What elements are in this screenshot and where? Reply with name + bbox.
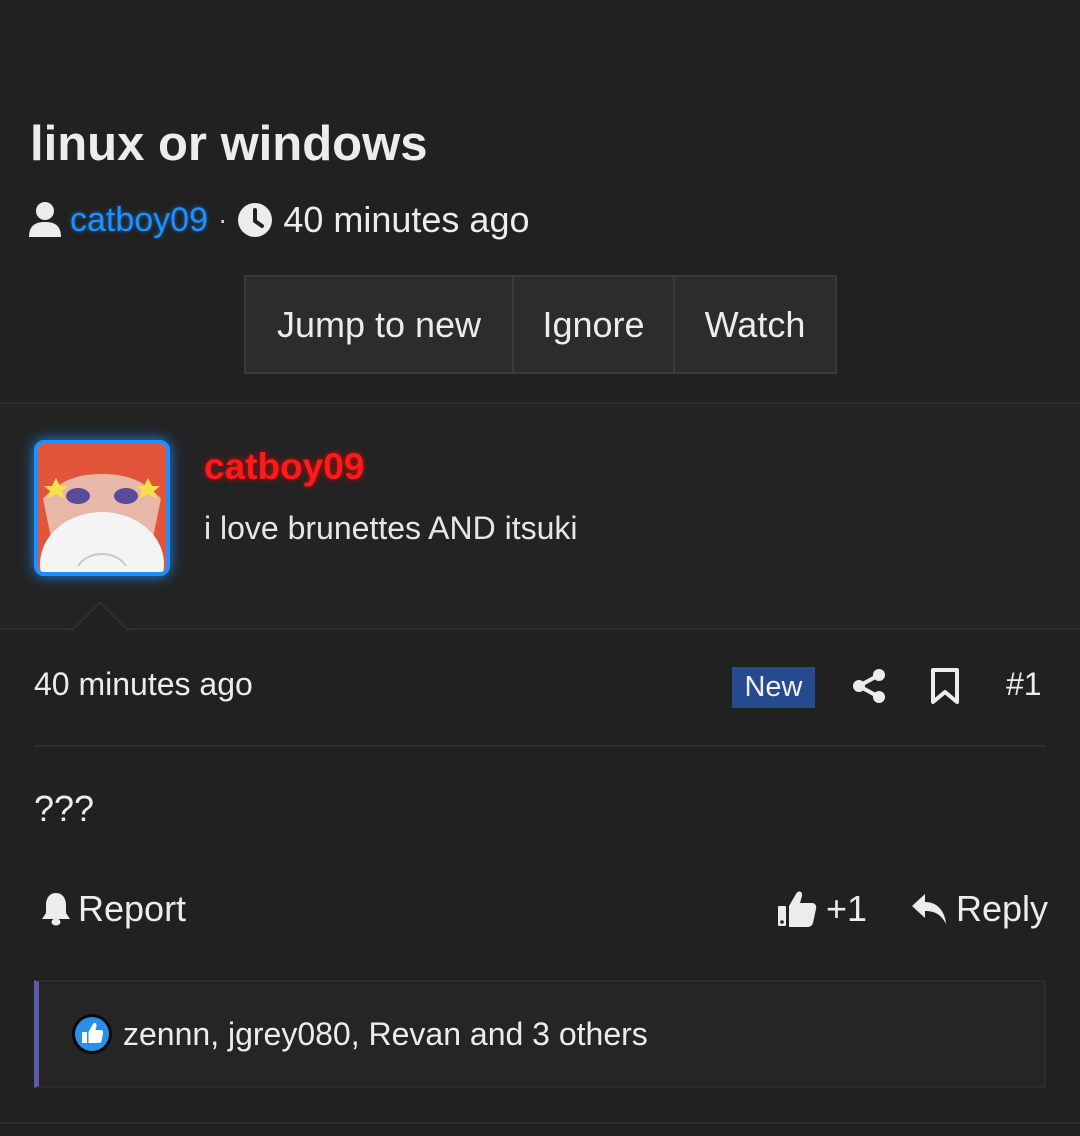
reactions-bar[interactable]: zennn, jgrey080, Revan and 3 others — [34, 980, 1046, 1088]
reactions-summary: zennn, jgrey080, Revan and 3 others — [123, 1015, 648, 1052]
ignore-button[interactable]: Ignore — [514, 277, 675, 372]
post-user-title: i love brunettes AND itsuki — [204, 510, 578, 546]
reply-icon — [912, 894, 946, 924]
bell-icon — [42, 893, 70, 926]
new-badge: New — [732, 667, 815, 708]
post-username[interactable]: catboy09 — [204, 446, 364, 488]
watch-button[interactable]: Watch — [675, 277, 835, 372]
jump-to-new-button[interactable]: Jump to new — [246, 277, 514, 372]
clock-icon — [238, 203, 273, 237]
post-number-link[interactable]: #1 — [1006, 666, 1042, 703]
post-body: ??? — [34, 788, 95, 829]
thread-author-link[interactable]: catboy09 — [70, 201, 208, 240]
post-time[interactable]: 40 minutes ago — [34, 666, 253, 703]
report-button[interactable]: Report — [40, 886, 186, 932]
post-divider — [34, 745, 1046, 747]
like-reaction-icon — [72, 1014, 112, 1054]
message-arrow-inner — [72, 604, 128, 632]
thread-title: linux or windows — [30, 117, 428, 171]
reply-button[interactable]: Reply — [910, 886, 1048, 932]
like-count: +1 — [826, 888, 868, 929]
bookmark-icon[interactable] — [929, 667, 961, 705]
thread-posted-time: 40 minutes ago — [283, 199, 530, 240]
user-icon — [29, 202, 61, 237]
thread-header: linux or windows catboy09 · 40 minutes a… — [0, 0, 1080, 402]
thread-meta: catboy09 · 40 minutes ago — [28, 198, 530, 242]
reply-label: Reply — [956, 888, 1049, 929]
report-label: Report — [78, 888, 187, 929]
like-button[interactable]: +1 — [776, 886, 867, 932]
thread-actions: Jump to new Ignore Watch — [244, 275, 837, 374]
bottom-divider — [0, 1122, 1080, 1124]
avatar[interactable] — [34, 440, 170, 576]
share-icon[interactable] — [851, 668, 887, 704]
thumbs-up-icon — [778, 891, 817, 927]
meta-separator: · — [218, 204, 228, 235]
